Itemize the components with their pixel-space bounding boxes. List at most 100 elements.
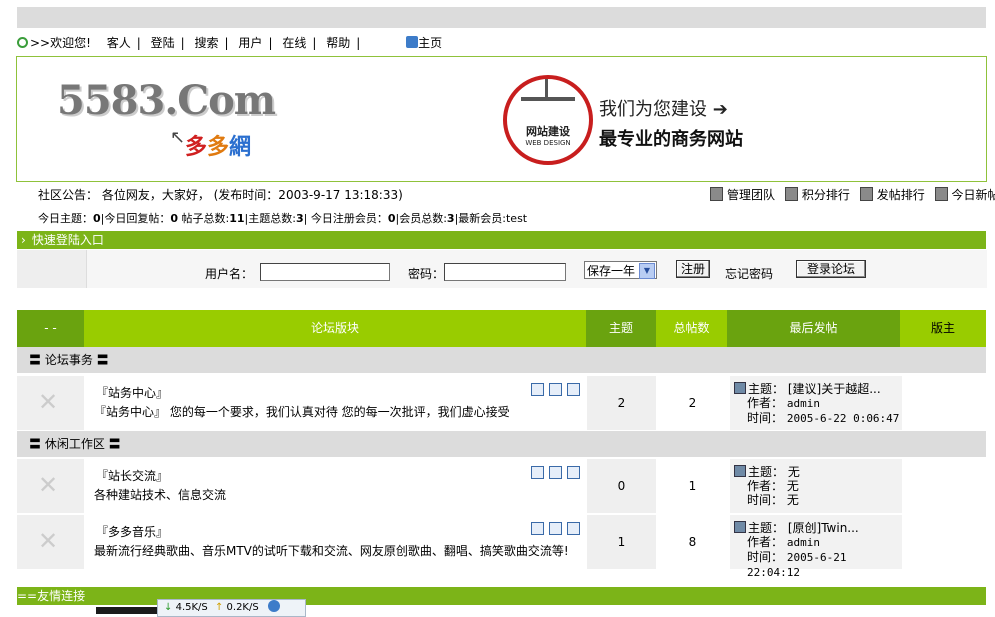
- last-post-time: 2005-6-22 0:06:47: [786, 412, 900, 425]
- link-admin-team[interactable]: 管理团队: [727, 188, 775, 202]
- nav-login[interactable]: 登陆: [151, 36, 175, 50]
- last-post-author: 无: [786, 479, 799, 493]
- forum-posts: 8: [658, 515, 727, 569]
- list-icon[interactable]: [531, 522, 544, 535]
- cursor-icon: ↖: [170, 127, 186, 148]
- new-icon: [934, 187, 948, 201]
- col-forum: 论坛版块: [84, 310, 586, 347]
- quick-login-bar: › 快速登陆入口: [17, 231, 986, 249]
- register-button[interactable]: 注册: [676, 260, 710, 278]
- points-icon: [784, 187, 798, 201]
- top-bar: [17, 7, 986, 28]
- last-post-topic: 无: [787, 465, 800, 479]
- forum-status-icon: ✕: [38, 388, 59, 416]
- check-icon[interactable]: [567, 383, 580, 396]
- link-posts-rank[interactable]: 发帖排行: [877, 188, 925, 202]
- last-post: 主题： 无 作者： 无 时间： 无: [734, 465, 800, 507]
- forum-row: ✕ 『多多音乐』 最新流行经典歌曲、音乐MTV的试听下载和交流、网友原创歌曲、翻…: [17, 515, 986, 579]
- forum-status-icon: ✕: [38, 471, 59, 499]
- nav-online[interactable]: 在线: [282, 36, 306, 50]
- nav-home[interactable]: 主页: [418, 36, 442, 50]
- newest-member[interactable]: test: [506, 212, 527, 225]
- forum-description: 最新流行经典歌曲、音乐MTV的试听下载和交流、网友原创歌曲、翻唱、搞笑歌曲交流等…: [94, 544, 569, 558]
- forum-posts: 2: [658, 376, 727, 430]
- login-box: 用户名： 密码： 保存一年 ▼ 注册 忘记密码 登录论坛: [17, 250, 987, 288]
- col-dash: - -: [17, 310, 84, 347]
- username-input[interactable]: [260, 263, 390, 281]
- col-posts: 总帖数: [656, 310, 727, 347]
- upload-arrow-icon: ↑: [214, 602, 224, 613]
- chevron-down-icon[interactable]: ▼: [639, 263, 655, 279]
- last-post-author[interactable]: admin: [787, 536, 820, 549]
- forum-topics: 0: [587, 459, 656, 513]
- home-icon[interactable]: [406, 36, 419, 48]
- password-label: 密码：: [408, 267, 445, 281]
- forum-title[interactable]: 『站务中心』: [96, 384, 168, 401]
- login-submit-button[interactable]: 登录论坛: [796, 260, 866, 278]
- post-icon: [734, 465, 746, 477]
- post-icon: [734, 521, 746, 533]
- username-label: 用户名：: [205, 267, 254, 281]
- col-moderator: 版主: [900, 310, 986, 347]
- last-post-author[interactable]: admin: [787, 397, 820, 410]
- forum-row: ✕ 『站务中心』 『站务中心』 您的每一个要求，我们认真对待 您的每一次批评，我…: [17, 376, 986, 430]
- col-topics: 主题: [586, 310, 656, 347]
- forum-description: 『站务中心』 您的每一个要求，我们认真对待 您的每一次批评，我们虚心接受: [94, 405, 510, 419]
- download-speed: 4.5K/S: [175, 602, 208, 613]
- team-icon: [710, 187, 723, 201]
- forum-title[interactable]: 『站长交流』: [96, 467, 168, 484]
- partner-banner[interactable]: [96, 607, 158, 614]
- nav-search[interactable]: 搜索: [195, 36, 219, 50]
- banner: 5583.Com ↖ 多多網 网站建设 WEB DESIGN 我们为您建设 ➔ …: [16, 56, 987, 182]
- forum-table-header: - - 论坛版块 主题 总帖数 最后发帖 版主: [17, 310, 986, 347]
- top-links: 管理团队 积分排行 发帖排行 今日新帖: [704, 186, 995, 203]
- site-logo[interactable]: 5583.Com: [57, 77, 276, 124]
- site-logo-sub: 多多網: [185, 135, 252, 160]
- forum-topics: 1: [587, 515, 656, 569]
- community-notice: 社区公告： 各位网友，大家好， (发布时间：2003-9-17 13:18:33…: [38, 188, 403, 202]
- posts-icon: [859, 187, 873, 201]
- section-header: 〓 论坛事务 〓: [17, 347, 986, 373]
- list-icon[interactable]: [531, 466, 544, 479]
- forum-description: 各种建站技术、信息交流: [94, 488, 227, 502]
- list-icon[interactable]: [531, 383, 544, 396]
- col-last-post: 最后发帖: [727, 310, 900, 347]
- link-points-rank[interactable]: 积分排行: [802, 188, 850, 202]
- remember-select[interactable]: 保存一年 ▼: [584, 261, 657, 279]
- post-icon: [734, 382, 746, 394]
- web-design-seal: 网站建设 WEB DESIGN: [503, 75, 593, 165]
- welcome-text: >>欢迎您!: [30, 36, 91, 50]
- nav-guest: 客人: [106, 36, 131, 50]
- top-nav: >>欢迎您! 客人 | 登陆 | 搜索 | 用户 | 在线 | 帮助 | 主页: [17, 35, 442, 51]
- chart-icon[interactable]: [549, 466, 562, 479]
- last-post-topic[interactable]: [建议]关于越超...: [788, 382, 881, 396]
- forgot-password-link[interactable]: 忘记密码: [725, 265, 773, 282]
- forum-topics: 2: [587, 376, 656, 430]
- last-post-topic[interactable]: [原创]Twin...: [788, 521, 859, 535]
- forum-status-icon: ✕: [38, 527, 59, 555]
- slogan-line1: 我们为您建设 ➔: [599, 99, 728, 120]
- slogan-line2: 最专业的商务网站: [599, 129, 743, 150]
- forum-stats: 今日主题：0|今日回复帖：0 帖子总数:11|主题总数:3| 今日注册会员：0|…: [38, 212, 528, 225]
- upload-speed: 0.2K/S: [226, 602, 259, 613]
- nav-users[interactable]: 用户: [238, 36, 262, 50]
- forum-title[interactable]: 『多多音乐』: [96, 523, 168, 540]
- forum-row: ✕ 『站长交流』 各种建站技术、信息交流 0 1 主题： 无 作者： 无 时间：…: [17, 459, 986, 513]
- forum-posts: 1: [658, 459, 727, 513]
- chart-icon[interactable]: [549, 383, 562, 396]
- nav-help[interactable]: 帮助: [326, 36, 350, 50]
- check-icon[interactable]: [567, 522, 580, 535]
- check-icon[interactable]: [567, 466, 580, 479]
- last-post-time: 无: [786, 493, 799, 507]
- last-post: 主题： [建议]关于越超... 作者： admin 时间： 2005-6-22 …: [734, 382, 899, 426]
- link-today-new[interactable]: 今日新帖: [952, 188, 995, 202]
- chart-icon[interactable]: [549, 522, 562, 535]
- browser-icon[interactable]: [267, 600, 280, 612]
- circle-icon: [17, 37, 28, 48]
- last-post: 主题： [原创]Twin... 作者： admin 时间： 2005-6-21 …: [734, 521, 902, 580]
- network-speed-widget: ↓ 4.5K/S ↑ 0.2K/S: [157, 599, 306, 617]
- section-header: 〓 休闲工作区 〓: [17, 431, 986, 457]
- download-arrow-icon: ↓: [164, 602, 173, 613]
- password-input[interactable]: [444, 263, 566, 281]
- arrow-icon: ›: [21, 233, 26, 247]
